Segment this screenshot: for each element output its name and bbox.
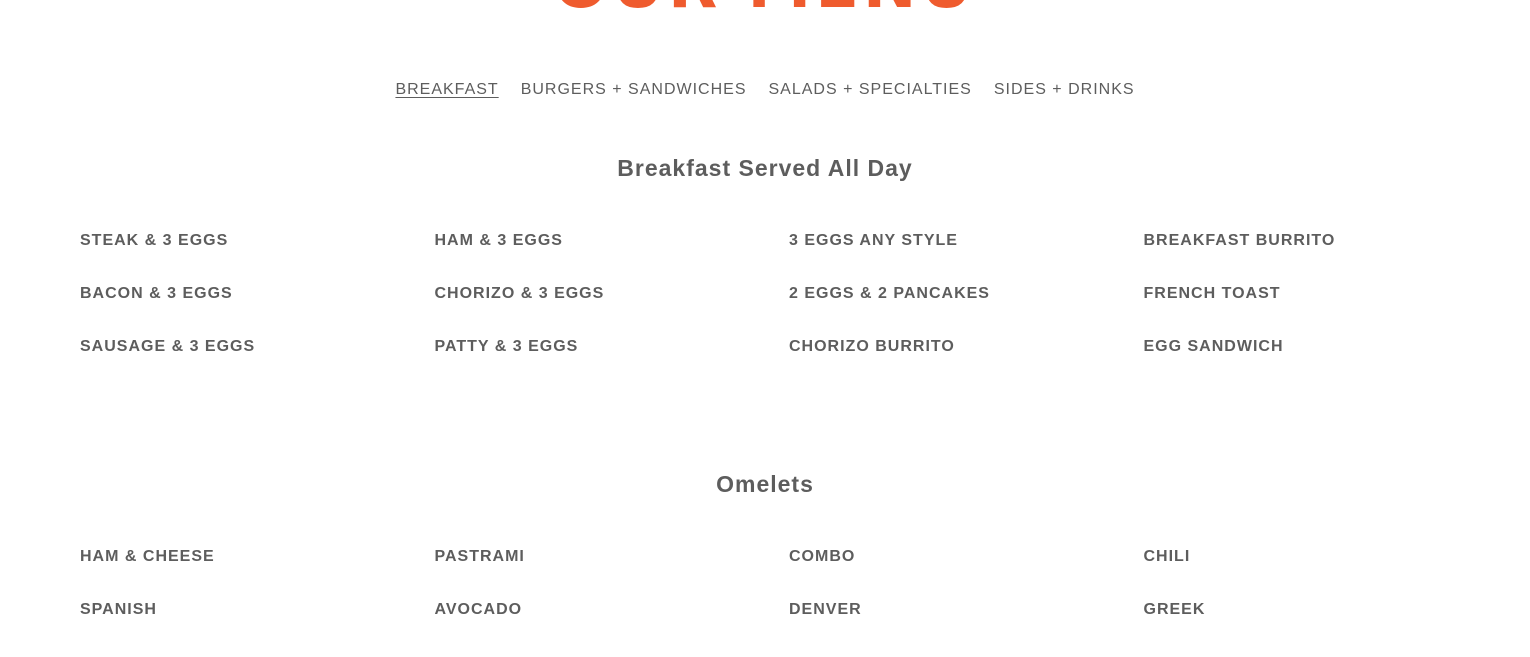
page-title: OUR MENU <box>0 0 1530 18</box>
menu-category-tabs: BREAKFAST BURGERS + SANDWICHES SALADS + … <box>0 79 1530 101</box>
section-heading-omelets: Omelets <box>716 471 814 497</box>
menu-item[interactable]: GREEK <box>1144 599 1499 621</box>
menu-item[interactable]: FRENCH TOAST <box>1144 283 1499 305</box>
section-heading-breakfast: Breakfast Served All Day <box>617 155 913 181</box>
menu-item[interactable]: SAUSAGE & 3 EGGS <box>80 336 435 358</box>
menu-item[interactable]: SPANISH <box>80 599 435 621</box>
tab-sides-drinks[interactable]: SIDES + DRINKS <box>994 79 1135 101</box>
menu-item[interactable]: 3 EGGS ANY STYLE <box>789 230 1144 252</box>
tab-burgers-sandwiches[interactable]: BURGERS + SANDWICHES <box>521 79 747 101</box>
menu-item[interactable]: PATTY & 3 EGGS <box>435 336 790 358</box>
menu-item[interactable]: HAM & 3 EGGS <box>435 230 790 252</box>
menu-item[interactable]: COMBO <box>789 546 1144 568</box>
menu-item[interactable]: 2 EGGS & 2 PANCAKES <box>789 283 1144 305</box>
menu-item[interactable]: BACON & 3 EGGS <box>80 283 435 305</box>
menu-item[interactable]: AVOCADO <box>435 599 790 621</box>
menu-item[interactable]: STEAK & 3 EGGS <box>80 230 435 252</box>
menu-item[interactable]: CHORIZO & 3 EGGS <box>435 283 790 305</box>
menu-item[interactable]: EGG SANDWICH <box>1144 336 1499 358</box>
menu-item[interactable]: BREAKFAST BURRITO <box>1144 230 1499 252</box>
tab-salads-specialties[interactable]: SALADS + SPECIALTIES <box>769 79 972 101</box>
menu-item[interactable]: DENVER <box>789 599 1144 621</box>
omelets-items-grid: HAM & CHEESE PASTRAMI COMBO CHILI SPANIS… <box>80 546 1500 621</box>
menu-item[interactable]: PASTRAMI <box>435 546 790 568</box>
menu-page: OUR MENU BREAKFAST BURGERS + SANDWICHES … <box>0 0 1530 657</box>
menu-item[interactable]: CHILI <box>1144 546 1499 568</box>
menu-item[interactable]: HAM & CHEESE <box>80 546 435 568</box>
breakfast-items-grid: STEAK & 3 EGGS HAM & 3 EGGS 3 EGGS ANY S… <box>80 230 1500 358</box>
menu-item[interactable]: CHORIZO BURRITO <box>789 336 1144 358</box>
tab-breakfast[interactable]: BREAKFAST <box>395 79 498 101</box>
